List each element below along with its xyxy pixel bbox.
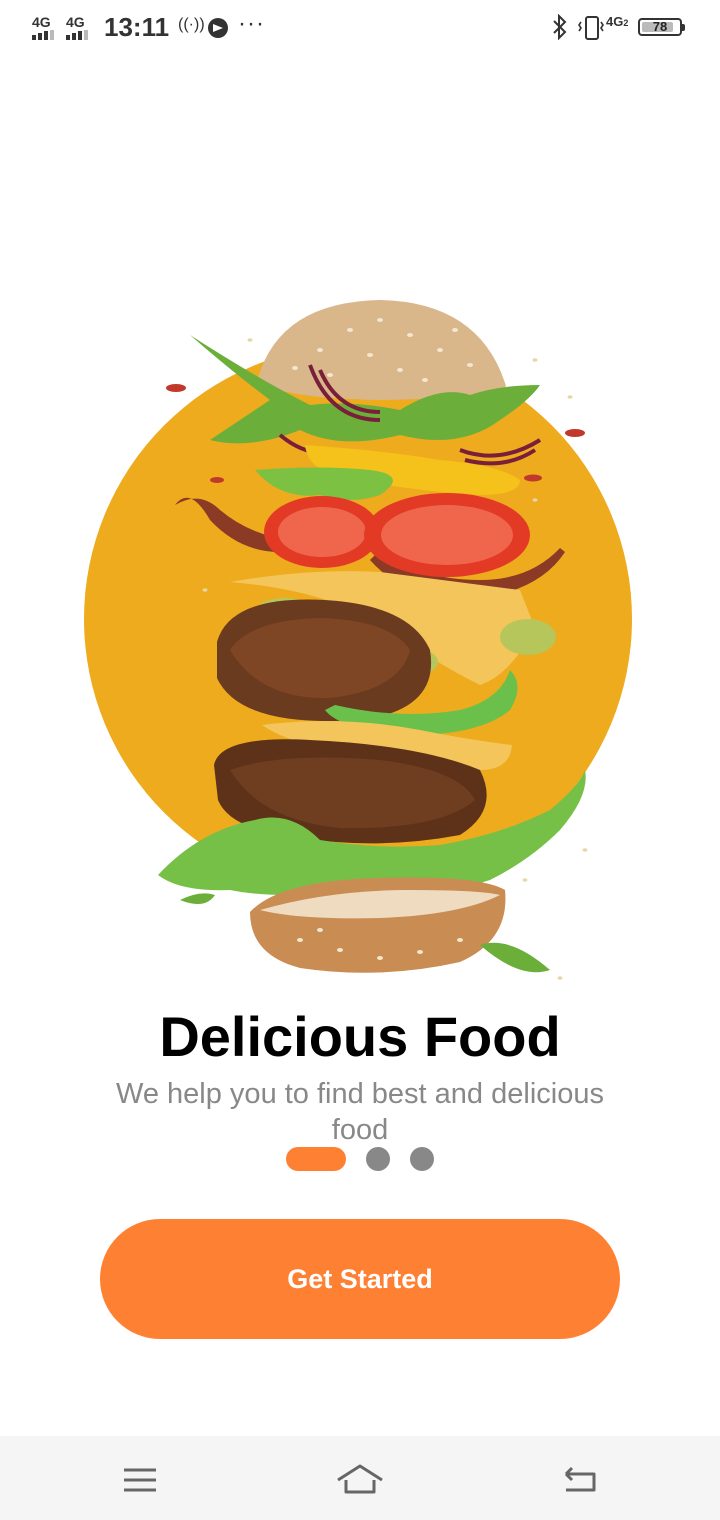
battery-level: 78 — [652, 19, 668, 34]
bluetooth-icon — [552, 13, 568, 46]
network-indicator: 4G2 — [606, 14, 628, 29]
network2-sub: 2 — [623, 18, 629, 28]
sim1-signal-icon: 4G — [32, 14, 58, 40]
home-icon[interactable] — [330, 1450, 390, 1506]
hotspot-icon: ((·)) — [178, 16, 205, 33]
onboarding-title: Delicious Food — [159, 1005, 561, 1068]
burger-illustration — [158, 300, 588, 980]
page-dot-active[interactable] — [286, 1147, 346, 1171]
sim2-signal-icon: 4G — [66, 14, 92, 40]
vibrate-icon — [578, 14, 604, 40]
system-nav-bar — [0, 1436, 720, 1520]
status-time: 13:11 — [104, 12, 170, 42]
battery-icon: 78 — [638, 18, 685, 36]
sim1-network-label: 4G — [32, 14, 51, 30]
more-notifications-icon: ··· — [238, 10, 265, 37]
page-dot[interactable] — [410, 1147, 434, 1171]
sim2-network-label: 4G — [66, 14, 85, 30]
onboarding-subtitle: We help you to find best and delicious f… — [116, 1078, 604, 1146]
page-indicator — [0, 1147, 720, 1171]
telegram-icon — [208, 18, 228, 38]
menu-icon[interactable] — [110, 1450, 170, 1506]
network2-label: 4G — [606, 14, 624, 29]
get-started-button[interactable]: Get Started — [100, 1219, 620, 1339]
hero-illustration — [80, 290, 640, 990]
back-icon[interactable] — [550, 1450, 610, 1506]
status-bar: 4G 4G 13:11 ((·)) ··· 4G2 78 — [0, 0, 720, 56]
page-dot[interactable] — [366, 1147, 390, 1171]
